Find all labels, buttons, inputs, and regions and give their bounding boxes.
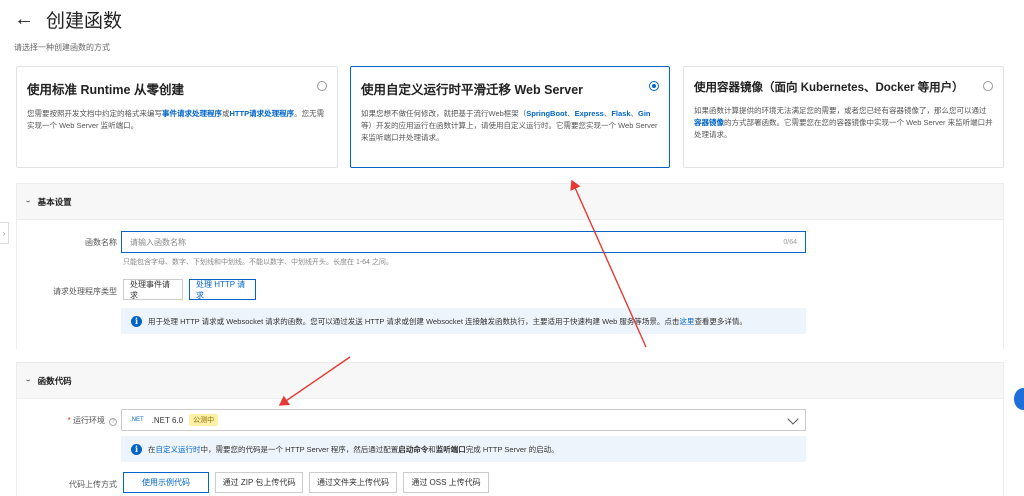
option-card-custom-runtime[interactable]: 使用自定义运行时平滑迁移 Web Server 如果您想不做任何修改，就把基于流… — [350, 66, 670, 168]
dotnet-icon: .NET — [130, 417, 144, 423]
card-description: 您需要按照开发文档中约定的格式来编写事件请求处理程序或HTTP请求处理程序。您无… — [27, 109, 325, 130]
option-card-standard-runtime[interactable]: 使用标准 Runtime 从零创建 您需要按照开发文档中约定的格式来编写事件请求… — [16, 66, 338, 168]
help-icon: ? — [109, 418, 117, 426]
function-name-placeholder: 请输入函数名称 — [130, 237, 186, 247]
option-card-container-image[interactable]: 使用容器镜像（面向 Kubernetes、Docker 等用户） 如果函数计算提… — [683, 66, 1004, 168]
radio-standard-runtime[interactable] — [317, 81, 327, 91]
info-text-end: 查看更多详情。 — [694, 316, 747, 326]
link-http-handler[interactable]: HTTP请求处理程序 — [230, 109, 295, 118]
runtime-select[interactable]: .NET .NET 6.0 公测中 — [121, 409, 806, 431]
upload-folder-button[interactable]: 通过文件夹上传代码 — [309, 472, 397, 493]
link-express[interactable]: Express — [575, 109, 604, 118]
card-description: 如果函数计算提供的环境无法满足您的需要，或者您已经有容器镜像了，那么您可以通过容… — [694, 106, 993, 139]
upload-zip-button[interactable]: 通过 ZIP 包上传代码 — [215, 472, 303, 493]
link-springboot[interactable]: SpringBoot — [526, 109, 567, 118]
page-header: ← 创建函数 — [14, 6, 122, 32]
handler-type-label: 请求处理程序类型 — [53, 287, 117, 296]
runtime-value: .NET 6.0 — [151, 415, 184, 425]
chevron-down-icon: › — [23, 200, 33, 203]
function-code-body: * 运行环境? .NET .NET 6.0 公测中 i 在自定义运行时 中，需要您… — [17, 399, 1003, 496]
info-icon: i — [131, 315, 142, 327]
function-code-section: › 函数代码 * 运行环境? .NET .NET 6.0 公测中 i 在自定义运… — [16, 362, 1004, 496]
info-icon: i — [131, 443, 142, 455]
section-title: 函数代码 — [37, 375, 72, 386]
sidebar-expand-handle[interactable]: › — [0, 222, 9, 244]
handler-event-button[interactable]: 处理事件请求 — [123, 279, 183, 300]
chevron-down-icon — [787, 413, 799, 425]
card-description: 如果您想不做任何修改，就把基于流行Web框架（SpringBoot、Expres… — [361, 109, 658, 142]
function-name-label: 函数名称 — [85, 238, 117, 247]
card-title: 使用容器镜像（面向 Kubernetes、Docker 等用户） — [694, 82, 964, 94]
beta-badge: 公测中 — [189, 414, 219, 426]
info-text: 用于处理 HTTP 请求或 Websocket 请求的函数。您可以通过发送 HT… — [148, 316, 680, 326]
function-name-hint: 只能包含字母、数字、下划线和中划线。不能以数字、中划线开头。长度在 1-64 之… — [123, 259, 393, 266]
upload-oss-button[interactable]: 通过 OSS 上传代码 — [403, 472, 489, 493]
link-event-handler[interactable]: 事件请求处理程序 — [162, 109, 222, 118]
chevron-down-icon: › — [23, 379, 33, 382]
link-container-image[interactable]: 容器镜像 — [694, 118, 724, 127]
link-gin[interactable]: Gin — [638, 109, 651, 118]
more-details-link[interactable]: 这里 — [679, 316, 694, 327]
section-title: 基本设置 — [37, 196, 72, 207]
section-header-code[interactable]: › 函数代码 — [17, 363, 1003, 399]
section-header-basic[interactable]: › 基本设置 — [17, 184, 1003, 220]
card-title: 使用自定义运行时平滑迁移 Web Server — [361, 83, 584, 97]
runtime-info-banner: i 在自定义运行时 中，需要您的代码是一个 HTTP Server 程序，然后通过… — [121, 436, 806, 462]
basic-settings-body: 函数名称 请输入函数名称 0/64 只能包含字母、数字、下划线和中划线。不能以数… — [17, 220, 1003, 349]
char-counter: 0/64 — [783, 238, 797, 246]
function-name-input[interactable]: 请输入函数名称 0/64 — [121, 231, 806, 253]
page-subtitle: 请选择一种创建函数的方式 — [14, 43, 110, 52]
basic-settings-section: › 基本设置 函数名称 请输入函数名称 0/64 只能包含字母、数字、下划线和中… — [16, 183, 1004, 349]
handler-http-button[interactable]: 处理 HTTP 请求 — [189, 279, 256, 300]
radio-custom-runtime[interactable] — [649, 81, 659, 91]
link-flask[interactable]: Flask — [611, 109, 630, 118]
floating-help-button[interactable] — [1014, 388, 1024, 410]
page-title: 创建函数 — [46, 10, 123, 32]
radio-container-image[interactable] — [983, 81, 993, 91]
custom-runtime-link[interactable]: 自定义运行时 — [156, 444, 201, 455]
card-title: 使用标准 Runtime 从零创建 — [27, 83, 184, 97]
handler-info-banner: i 用于处理 HTTP 请求或 Websocket 请求的函数。您可以通过发送 … — [121, 308, 806, 334]
runtime-label: * 运行环境? — [17, 415, 117, 426]
upload-method-label: 代码上传方式 — [69, 480, 117, 489]
upload-sample-code-button[interactable]: 使用示例代码 — [123, 472, 209, 493]
arrow-left-icon[interactable]: ← — [14, 9, 34, 29]
